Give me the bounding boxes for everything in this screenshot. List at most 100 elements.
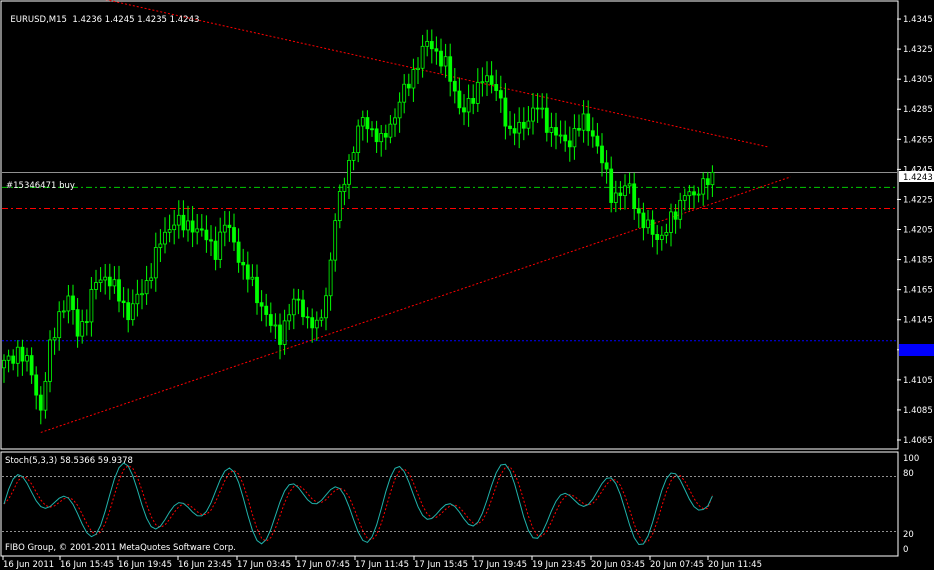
candle-body (305, 316, 310, 319)
x-tick-label: 20 Jun 07:45 (650, 560, 704, 570)
candle-body (20, 346, 25, 362)
candle-body (6, 355, 11, 361)
y-tick-label: 1.4065 (903, 436, 933, 446)
candle-body (328, 259, 333, 297)
candle-body (360, 117, 365, 127)
candle-body (245, 264, 250, 280)
candle-body (388, 123, 393, 138)
candle-body (15, 346, 20, 364)
x-tick-label: 20 Jun 03:45 (591, 560, 645, 570)
candle-body (29, 355, 34, 376)
candle-body (374, 128, 379, 143)
chart-symbol: EURUSD,M15 (10, 15, 67, 25)
candle-body (149, 277, 154, 281)
y-tick-label: 1.4345 (903, 15, 933, 25)
candle-body (227, 224, 232, 228)
candle-body (158, 243, 163, 248)
candle-body (204, 229, 209, 241)
candle-body (66, 295, 71, 312)
candle-body (664, 232, 669, 236)
candle-body (94, 282, 98, 290)
x-tick-label: 17 Jun 11:45 (355, 560, 409, 570)
candle-body (370, 128, 374, 131)
candle-body (48, 339, 52, 382)
candle-body (167, 229, 172, 233)
price-chart[interactable]: 1.43451.43251.43051.42851.42651.42451.42… (0, 0, 934, 570)
candle-body (406, 83, 411, 89)
candle-body (682, 195, 687, 201)
candle-body (544, 107, 549, 133)
stoch-label: Stoch(5,3,3) 58.5366 59.9378 (5, 456, 133, 466)
candle-body (273, 324, 278, 327)
candle-body (199, 228, 204, 231)
candle-body (540, 107, 545, 110)
candle-body (517, 121, 522, 134)
candle-body (209, 239, 213, 242)
candle-body (567, 140, 572, 148)
chart-ohlc: 1.4236 1.4245 1.4235 1.4243 (72, 15, 200, 25)
candle-body (393, 117, 397, 125)
candle-body (112, 279, 117, 287)
candle-body (659, 234, 664, 240)
candle-body (480, 81, 485, 84)
candle-body (190, 220, 195, 233)
candle-body (577, 128, 581, 131)
candle-body (590, 130, 595, 137)
candle-body (554, 127, 558, 136)
candle-body (268, 314, 273, 326)
candle-body (213, 240, 218, 260)
candle-body (627, 183, 632, 187)
candle-body (140, 293, 144, 296)
candle-body (558, 134, 563, 137)
candle-body (429, 41, 434, 50)
candle-body (687, 191, 692, 197)
candle-body (452, 80, 457, 92)
candle-body (80, 321, 85, 337)
candle-body (241, 261, 246, 266)
candle-body (650, 219, 655, 235)
candle-body (485, 75, 489, 83)
candle-body (512, 128, 517, 134)
candle-body (84, 321, 89, 323)
candle-body (296, 298, 301, 301)
candle-body (420, 45, 425, 69)
candle-body (586, 113, 591, 132)
candle-body (11, 355, 16, 364)
candle-body (356, 125, 361, 153)
candle-body (301, 299, 305, 318)
x-tick-label: 17 Jun 15:45 (414, 560, 468, 570)
candle-body (222, 224, 227, 233)
candle-body (549, 127, 554, 133)
x-tick-label: 17 Jun 07:45 (296, 560, 350, 570)
candle-body (710, 171, 715, 186)
candle-body (130, 303, 135, 321)
candle-body (669, 211, 673, 233)
candle-body (310, 317, 315, 329)
candle-body (236, 241, 241, 263)
candle-body (186, 220, 190, 231)
candle-body (117, 279, 121, 302)
candle-body (600, 145, 604, 164)
candle-body (38, 394, 43, 411)
candle-body (563, 134, 568, 142)
candle-body (646, 219, 650, 229)
candle-body (581, 113, 586, 131)
candle-body (623, 185, 627, 197)
x-tick-label: 20 Jun 11:45 (708, 560, 762, 570)
order-label: #15346471 buy (6, 181, 75, 191)
candle-body (443, 56, 448, 67)
candle-body (43, 380, 48, 411)
candle-body (475, 81, 480, 104)
candle-body (333, 220, 338, 261)
candle-body (172, 224, 177, 231)
candle-body (103, 276, 108, 281)
candle-body (416, 67, 420, 70)
candle-body (425, 41, 430, 47)
x-tick-label: 17 Jun 03:45 (237, 560, 291, 570)
stoch-level-80: 80 (903, 469, 914, 479)
candle-body (34, 374, 39, 396)
x-tick-label: 17 Jun 19:45 (473, 560, 527, 570)
y-tick-label: 1.4225 (903, 195, 933, 205)
candle-body (25, 355, 29, 362)
candle-body (466, 97, 471, 113)
